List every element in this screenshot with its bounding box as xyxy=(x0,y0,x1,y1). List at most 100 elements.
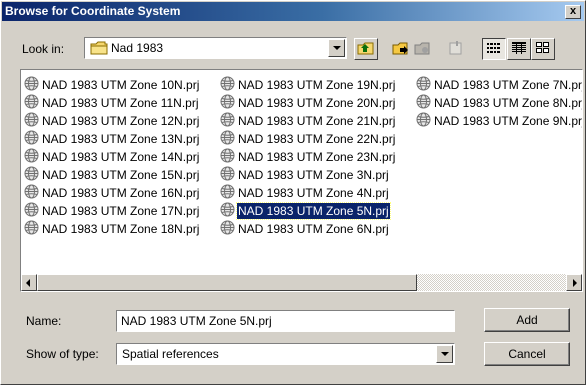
file-name: NAD 1983 UTM Zone 17N.prj xyxy=(42,204,200,218)
file-name: NAD 1983 UTM Zone 10N.prj xyxy=(42,78,200,92)
file-list[interactable]: NAD 1983 UTM Zone 10N.prj NAD 1983 UTM Zo… xyxy=(20,69,583,292)
globe-icon xyxy=(220,112,235,131)
file-item[interactable]: NAD 1983 UTM Zone 21N.prj xyxy=(220,112,420,130)
file-name: NAD 1983 UTM Zone 21N.prj xyxy=(238,114,396,128)
file-item[interactable]: NAD 1983 UTM Zone 3N.prj xyxy=(220,166,420,184)
file-item[interactable]: NAD 1983 UTM Zone 17N.prj xyxy=(24,202,224,220)
close-button[interactable]: x xyxy=(565,5,581,19)
file-name: NAD 1983 UTM Zone 14N.prj xyxy=(42,150,200,164)
globe-icon xyxy=(220,76,235,95)
file-name: NAD 1983 UTM Zone 3N.prj xyxy=(238,168,389,182)
globe-icon xyxy=(416,76,431,95)
disconnect-folder-icon xyxy=(414,40,432,59)
file-column-1: NAD 1983 UTM Zone 10N.prj NAD 1983 UTM Zo… xyxy=(24,76,224,238)
add-button[interactable]: Add xyxy=(484,308,570,332)
globe-icon xyxy=(24,202,39,221)
thumbnails-view-button[interactable] xyxy=(531,38,555,60)
disconnect-folder-button[interactable] xyxy=(411,38,435,60)
connect-folder-button[interactable] xyxy=(389,38,413,60)
look-in-combo[interactable]: Nad 1983 xyxy=(84,37,347,59)
file-name: NAD 1983 UTM Zone 15N.prj xyxy=(42,168,200,182)
file-name: NAD 1983 UTM Zone 18N.prj xyxy=(42,222,200,236)
file-item[interactable]: NAD 1983 UTM Zone 12N.prj xyxy=(24,112,224,130)
globe-icon xyxy=(24,94,39,113)
file-item[interactable]: NAD 1983 UTM Zone 7N.prj xyxy=(416,76,583,95)
file-item[interactable]: NAD 1983 UTM Zone 13N.prj xyxy=(24,130,224,148)
horizontal-scrollbar[interactable] xyxy=(21,274,582,291)
globe-icon xyxy=(416,112,431,131)
file-item[interactable]: NAD 1983 UTM Zone 16N.prj xyxy=(24,184,224,202)
show-of-type-dropdown-button[interactable] xyxy=(436,345,453,363)
file-column-2: NAD 1983 UTM Zone 19N.prj NAD 1983 UTM Zo… xyxy=(220,76,420,238)
name-input[interactable]: NAD 1983 UTM Zone 5N.prj xyxy=(116,310,455,332)
look-in-value: Nad 1983 xyxy=(111,41,164,55)
look-in-dropdown-button[interactable] xyxy=(328,39,345,57)
file-item[interactable]: NAD 1983 UTM Zone 11N.prj xyxy=(24,94,224,112)
file-item[interactable]: NAD 1983 UTM Zone 14N.prj xyxy=(24,148,224,166)
file-name: NAD 1983 UTM Zone 23N.prj xyxy=(238,150,396,164)
globe-icon xyxy=(220,166,235,185)
properties-icon xyxy=(447,40,463,59)
file-name: NAD 1983 UTM Zone 9N.prj xyxy=(434,114,583,128)
show-of-type-value: Spatial references xyxy=(122,347,219,361)
dialog-title: Browse for Coordinate System xyxy=(5,4,181,18)
cancel-button[interactable]: Cancel xyxy=(484,342,570,366)
file-name: NAD 1983 UTM Zone 19N.prj xyxy=(238,78,396,92)
title-bar[interactable]: Browse for Coordinate System x xyxy=(2,2,584,21)
thumbnails-view-icon xyxy=(536,41,550,57)
up-one-level-icon xyxy=(357,41,375,58)
file-name: NAD 1983 UTM Zone 6N.prj xyxy=(238,222,389,236)
file-item[interactable]: NAD 1983 UTM Zone 5N.prj xyxy=(220,202,420,220)
scroll-thumb[interactable] xyxy=(37,274,417,291)
show-of-type-label: Show of type: xyxy=(26,347,99,361)
file-name: NAD 1983 UTM Zone 11N.prj xyxy=(42,96,199,110)
globe-icon xyxy=(24,112,39,131)
file-item[interactable]: NAD 1983 UTM Zone 6N.prj xyxy=(220,220,420,238)
details-view-icon xyxy=(512,41,526,57)
scroll-right-button[interactable] xyxy=(566,274,582,291)
file-item[interactable]: NAD 1983 UTM Zone 8N.prj xyxy=(416,94,583,113)
file-item[interactable]: NAD 1983 UTM Zone 20N.prj xyxy=(220,94,420,112)
file-name: NAD 1983 UTM Zone 22N.prj xyxy=(238,132,396,146)
file-name: NAD 1983 UTM Zone 20N.prj xyxy=(238,96,396,110)
folder-icon xyxy=(90,41,108,58)
globe-icon xyxy=(220,94,235,113)
globe-icon xyxy=(24,130,39,149)
globe-icon xyxy=(24,148,39,167)
file-name: NAD 1983 UTM Zone 12N.prj xyxy=(42,114,200,128)
file-name: NAD 1983 UTM Zone 4N.prj xyxy=(238,186,389,200)
globe-icon xyxy=(220,148,235,167)
globe-icon xyxy=(24,220,39,239)
globe-icon xyxy=(24,166,39,185)
file-item[interactable]: NAD 1983 UTM Zone 9N.prj xyxy=(416,112,583,131)
name-label: Name: xyxy=(26,314,62,328)
globe-icon xyxy=(24,76,39,95)
file-name: NAD 1983 UTM Zone 16N.prj xyxy=(42,186,200,200)
up-one-level-button[interactable] xyxy=(354,38,378,60)
file-item[interactable]: NAD 1983 UTM Zone 22N.prj xyxy=(220,130,420,148)
file-item[interactable]: NAD 1983 UTM Zone 23N.prj xyxy=(220,148,420,166)
globe-icon xyxy=(220,220,235,239)
file-item[interactable]: NAD 1983 UTM Zone 19N.prj xyxy=(220,76,420,94)
file-item[interactable]: NAD 1983 UTM Zone 18N.prj xyxy=(24,220,224,238)
look-in-label: Look in: xyxy=(22,42,65,56)
connect-folder-icon xyxy=(392,40,410,59)
show-of-type-combo[interactable]: Spatial references xyxy=(116,343,455,365)
list-view-icon xyxy=(487,42,501,57)
file-column-3: NAD 1983 UTM Zone 7N.prj NAD 1983 UTM Zon… xyxy=(416,76,583,131)
list-view-button[interactable] xyxy=(482,38,506,60)
file-name: NAD 1983 UTM Zone 8N.prj xyxy=(434,96,583,110)
file-item[interactable]: NAD 1983 UTM Zone 15N.prj xyxy=(24,166,224,184)
file-name: NAD 1983 UTM Zone 13N.prj xyxy=(42,132,200,146)
globe-icon xyxy=(220,184,235,203)
file-name: NAD 1983 UTM Zone 5N.prj xyxy=(236,202,391,220)
details-view-button[interactable] xyxy=(507,38,531,60)
file-name: NAD 1983 UTM Zone 7N.prj xyxy=(434,78,583,92)
globe-icon xyxy=(416,94,431,113)
scroll-left-button[interactable] xyxy=(21,274,37,291)
globe-icon xyxy=(24,184,39,203)
properties-button[interactable] xyxy=(443,38,467,60)
file-item[interactable]: NAD 1983 UTM Zone 4N.prj xyxy=(220,184,420,202)
file-item[interactable]: NAD 1983 UTM Zone 10N.prj xyxy=(24,76,224,94)
globe-icon xyxy=(220,202,235,221)
